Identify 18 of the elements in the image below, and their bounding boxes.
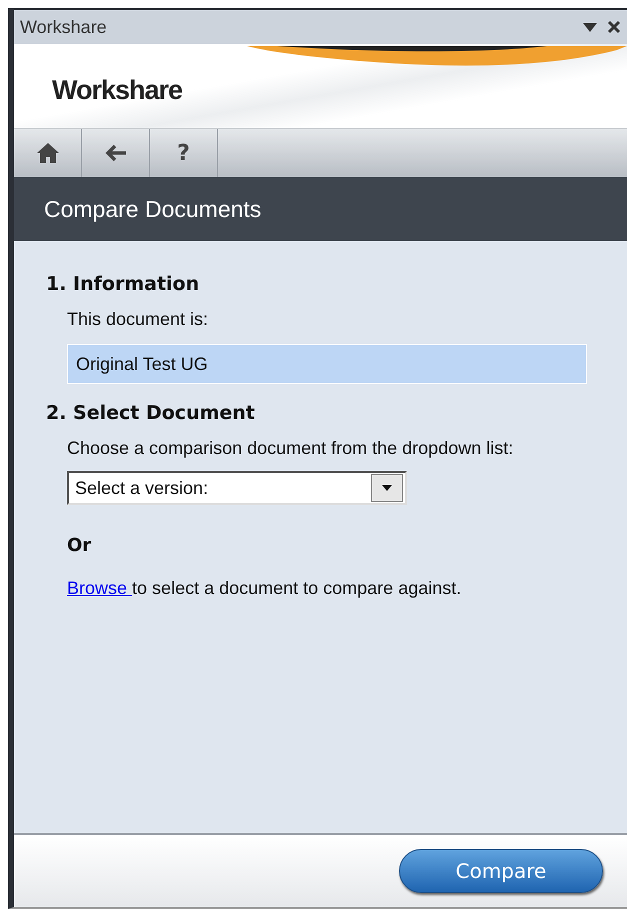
section-heading: 2. Select Document — [46, 402, 256, 424]
compare-button[interactable]: Compare — [399, 849, 603, 893]
close-icon[interactable] — [607, 20, 621, 34]
logo-text: Workshare — [52, 74, 182, 106]
window-title: Workshare — [20, 16, 108, 38]
section-heading: 1. Information — [46, 273, 200, 295]
browse-link[interactable]: Browse — [67, 578, 132, 598]
or-label: Or — [67, 535, 92, 556]
field-label: This document is: — [67, 309, 210, 330]
version-dropdown[interactable]: Select a version: — [67, 471, 407, 505]
dropdown-icon[interactable] — [583, 22, 597, 32]
panel-title: Compare Documents — [44, 196, 262, 222]
back-arrow-icon — [104, 144, 126, 162]
browse-sentence: Browse to select a document to compare against. — [67, 578, 462, 599]
document-name-field: Original Test UG — [67, 344, 587, 384]
caret-icon — [382, 485, 392, 491]
home-icon — [36, 142, 60, 164]
field-label: Choose a comparison document from the dropdown list: — [67, 438, 514, 459]
